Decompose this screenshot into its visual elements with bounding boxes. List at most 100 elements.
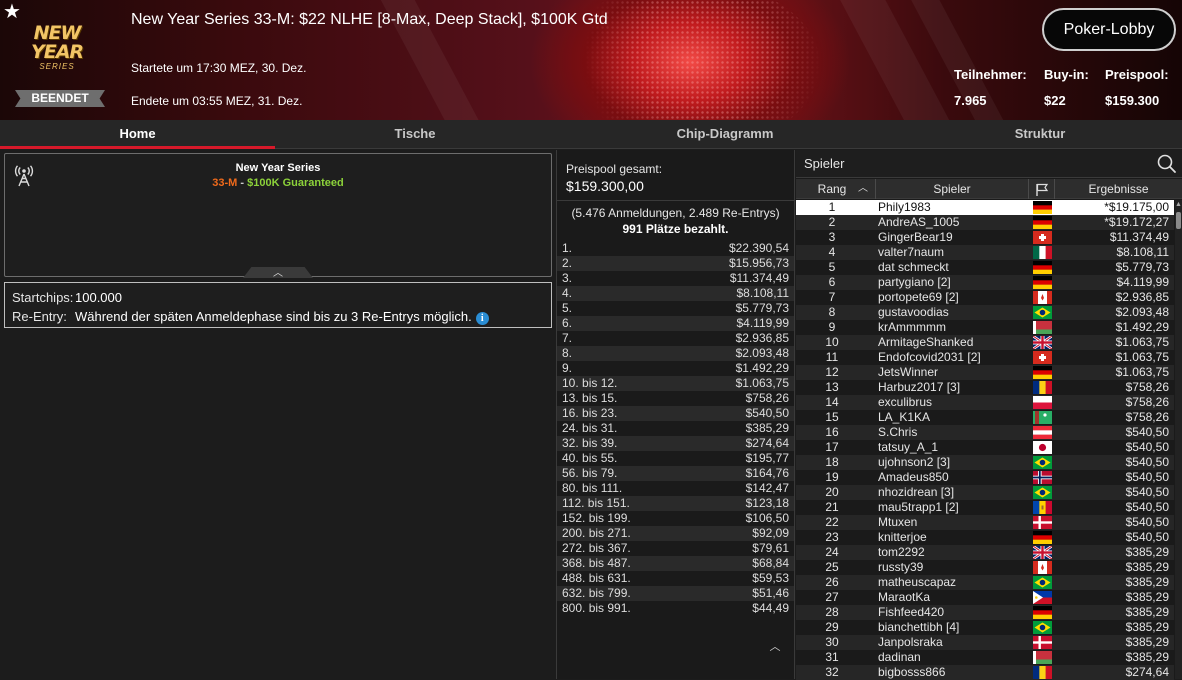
column-results[interactable]: Ergebnisse <box>1054 179 1182 199</box>
player-row[interactable]: 7 portopete69 [2] $2.936,85 <box>796 290 1174 305</box>
flag-br-icon <box>1033 486 1052 499</box>
column-player[interactable]: Spieler <box>875 179 1028 199</box>
player-name: tatsuy_A_1 <box>878 440 939 454</box>
player-row[interactable]: 14 exculibrus $758,26 <box>796 395 1174 410</box>
player-result: $540,50 <box>1125 470 1169 484</box>
player-row[interactable]: 5 dat schmeckt $5.779,73 <box>796 260 1174 275</box>
payout-amount: $44,49 <box>752 601 789 615</box>
tab-tables[interactable]: Tische <box>275 120 555 149</box>
payout-amount: $142,47 <box>745 481 789 495</box>
tab-home[interactable]: Home <box>0 120 275 149</box>
player-result: $1.492,29 <box>1115 320 1169 334</box>
player-result: $540,50 <box>1125 500 1169 514</box>
player-row[interactable]: 23 knitterjoe $540,50 <box>796 530 1174 545</box>
sort-ascending-icon[interactable]: ︿ <box>858 179 868 199</box>
player-name: Phily1983 <box>878 200 931 214</box>
subtitle-separator: - <box>237 177 248 189</box>
player-row[interactable]: 27 MaraotKa $385,29 <box>796 590 1174 605</box>
tab-chip-chart[interactable]: Chip-Diagramm <box>555 120 895 149</box>
player-rank: 23 <box>825 530 839 544</box>
stat-label: Preispool: <box>1105 67 1169 82</box>
player-result: *$19.172,27 <box>1104 215 1169 229</box>
payout-row: 9. $1.492,29 <box>557 361 794 376</box>
player-result: $1.063,75 <box>1115 350 1169 364</box>
player-row[interactable]: 21 mau5trapp1 [2] $540,50 <box>796 500 1174 515</box>
player-rank: 29 <box>825 620 839 634</box>
payout-place: 56. bis 79. <box>562 466 618 480</box>
payout-list: 1. $22.390,54 2. $15.956,73 3. $11.374,49 4. $8… <box>557 241 794 616</box>
poker-lobby-button[interactable]: Poker-Lobby <box>1042 8 1176 51</box>
flag-at-icon <box>1033 426 1052 439</box>
player-name: Amadeus850 <box>878 470 949 484</box>
player-row[interactable]: 6 partygiano [2] $4.119,99 <box>796 275 1174 290</box>
scroll-up-arrow-icon[interactable]: ▲ <box>1175 201 1182 209</box>
payout-amount: $4.119,99 <box>736 316 790 330</box>
player-row[interactable]: 13 Harbuz2017 [3] $758,26 <box>796 380 1174 395</box>
divider <box>557 200 794 201</box>
scrollbar-thumb[interactable] <box>1176 212 1181 229</box>
player-row[interactable]: 12 JetsWinner $1.063,75 <box>796 365 1174 380</box>
collapse-info-toggle[interactable]: ︿ <box>243 267 313 278</box>
player-row[interactable]: 10 ArmitageShanked $1.063,75 <box>796 335 1174 350</box>
reentry-label: Re-Entry: <box>12 309 67 324</box>
chevron-up-icon: ︿ <box>273 268 283 279</box>
info-icon[interactable]: i <box>475 312 489 325</box>
player-row[interactable]: 22 Mtuxen $540,50 <box>796 515 1174 530</box>
payout-row: 152. bis 199. $106,50 <box>557 511 794 526</box>
player-row[interactable]: 9 krAmmmmm $1.492,29 <box>796 320 1174 335</box>
payout-amount: $59,53 <box>752 571 789 585</box>
payout-row: 368. bis 487. $68,84 <box>557 556 794 571</box>
favorite-star-icon[interactable]: ★ <box>3 2 21 22</box>
player-row[interactable]: 11 Endofcovid2031 [2] $1.063,75 <box>796 350 1174 365</box>
player-row[interactable]: 17 tatsuy_A_1 $540,50 <box>796 440 1174 455</box>
payout-row: 2. $15.956,73 <box>557 256 794 271</box>
player-row[interactable]: 15 LA_K1KA $758,26 <box>796 410 1174 425</box>
payout-place: 16. bis 23. <box>562 406 618 420</box>
player-row[interactable]: 25 russty39 $385,29 <box>796 560 1174 575</box>
player-row[interactable]: 30 Janpolsraka $385,29 <box>796 635 1174 650</box>
player-row[interactable]: 16 S.Chris $540,50 <box>796 425 1174 440</box>
player-row[interactable]: 28 Fishfeed420 $385,29 <box>796 605 1174 620</box>
payout-place: 4. <box>562 286 573 300</box>
player-row[interactable]: 24 tom2292 $385,29 <box>796 545 1174 560</box>
player-name: Mtuxen <box>878 515 918 529</box>
player-row[interactable]: 8 gustavoodias $2.093,48 <box>796 305 1174 320</box>
player-row[interactable]: 1 Phily1983 *$19.175,00 <box>796 200 1174 215</box>
player-name: tom2292 <box>878 545 925 559</box>
player-search-input[interactable]: Spieler <box>804 156 844 171</box>
tab-structure[interactable]: Struktur <box>895 120 1182 149</box>
player-row[interactable]: 19 Amadeus850 $540,50 <box>796 470 1174 485</box>
player-name: exculibrus <box>878 395 933 409</box>
payout-place: 112. bis 151. <box>562 496 630 510</box>
player-rank: 5 <box>828 260 836 274</box>
prizepool-label: Preispool gesamt: <box>566 162 663 176</box>
player-name: AndreAS_1005 <box>878 215 960 229</box>
player-row[interactable]: 3 GingerBear19 $11.374,49 <box>796 230 1174 245</box>
player-result: $385,29 <box>1125 575 1169 589</box>
player-row[interactable]: 18 ujohnson2 [3] $540,50 <box>796 455 1174 470</box>
flag-no-icon <box>1033 471 1052 484</box>
player-list-panel: Spieler Rang ︿ Spieler Ergebnisse 1 Phily… <box>796 150 1182 680</box>
player-row[interactable]: 2 AndreAS_1005 *$19.172,27 <box>796 215 1174 230</box>
player-row[interactable]: 20 nhozidrean [3] $540,50 <box>796 485 1174 500</box>
player-rows: 1 Phily1983 *$19.175,00 2 AndreAS_1005 *$19.1… <box>796 200 1174 680</box>
player-name: S.Chris <box>878 425 918 439</box>
chevron-up-icon[interactable]: ︿ <box>757 638 793 653</box>
player-row[interactable]: 29 bianchettibh [4] $385,29 <box>796 620 1174 635</box>
player-row[interactable]: 4 valter7naum $8.108,11 <box>796 245 1174 260</box>
player-list-scrollbar[interactable]: ▲ <box>1175 200 1182 679</box>
stat-value: 7.965 <box>954 93 987 108</box>
end-time: Endete um 03:55 MEZ, 31. Dez. <box>131 94 303 108</box>
player-row[interactable]: 32 bigbosss866 $274,64 <box>796 665 1174 680</box>
player-rank: 32 <box>825 665 839 679</box>
player-rank: 10 <box>825 335 839 349</box>
player-row[interactable]: 26 matheuscapaz $385,29 <box>796 575 1174 590</box>
payout-row: 40. bis 55. $195,77 <box>557 451 794 466</box>
player-name: dat schmeckt <box>878 260 949 274</box>
flag-pl-icon <box>1033 396 1052 409</box>
payout-row: 488. bis 631. $59,53 <box>557 571 794 586</box>
payout-amount: $758,26 <box>745 391 789 405</box>
payout-amount: $106,50 <box>745 511 789 525</box>
player-row[interactable]: 31 dadinan $385,29 <box>796 650 1174 665</box>
search-icon[interactable] <box>1156 153 1178 175</box>
